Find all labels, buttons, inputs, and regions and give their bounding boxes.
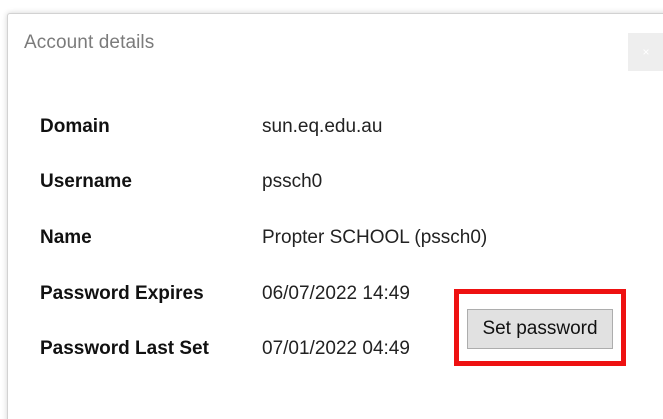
close-icon: × xyxy=(642,45,650,59)
domain-value: sun.eq.edu.au xyxy=(262,116,383,137)
username-value: pssch0 xyxy=(262,171,323,192)
set-password-button[interactable]: Set password xyxy=(467,309,613,349)
password-last-set-label: Password Last Set xyxy=(40,338,209,359)
close-button[interactable]: × xyxy=(628,33,663,71)
domain-label: Domain xyxy=(40,116,110,137)
password-expires-value: 06/07/2022 14:49 xyxy=(262,283,410,304)
name-value: Propter SCHOOL (pssch0) xyxy=(262,227,488,248)
dialog-title: Account details xyxy=(24,32,155,53)
password-expires-label: Password Expires xyxy=(40,283,204,304)
name-label: Name xyxy=(40,227,92,248)
password-last-set-value: 07/01/2022 04:49 xyxy=(262,338,410,359)
username-label: Username xyxy=(40,171,132,192)
